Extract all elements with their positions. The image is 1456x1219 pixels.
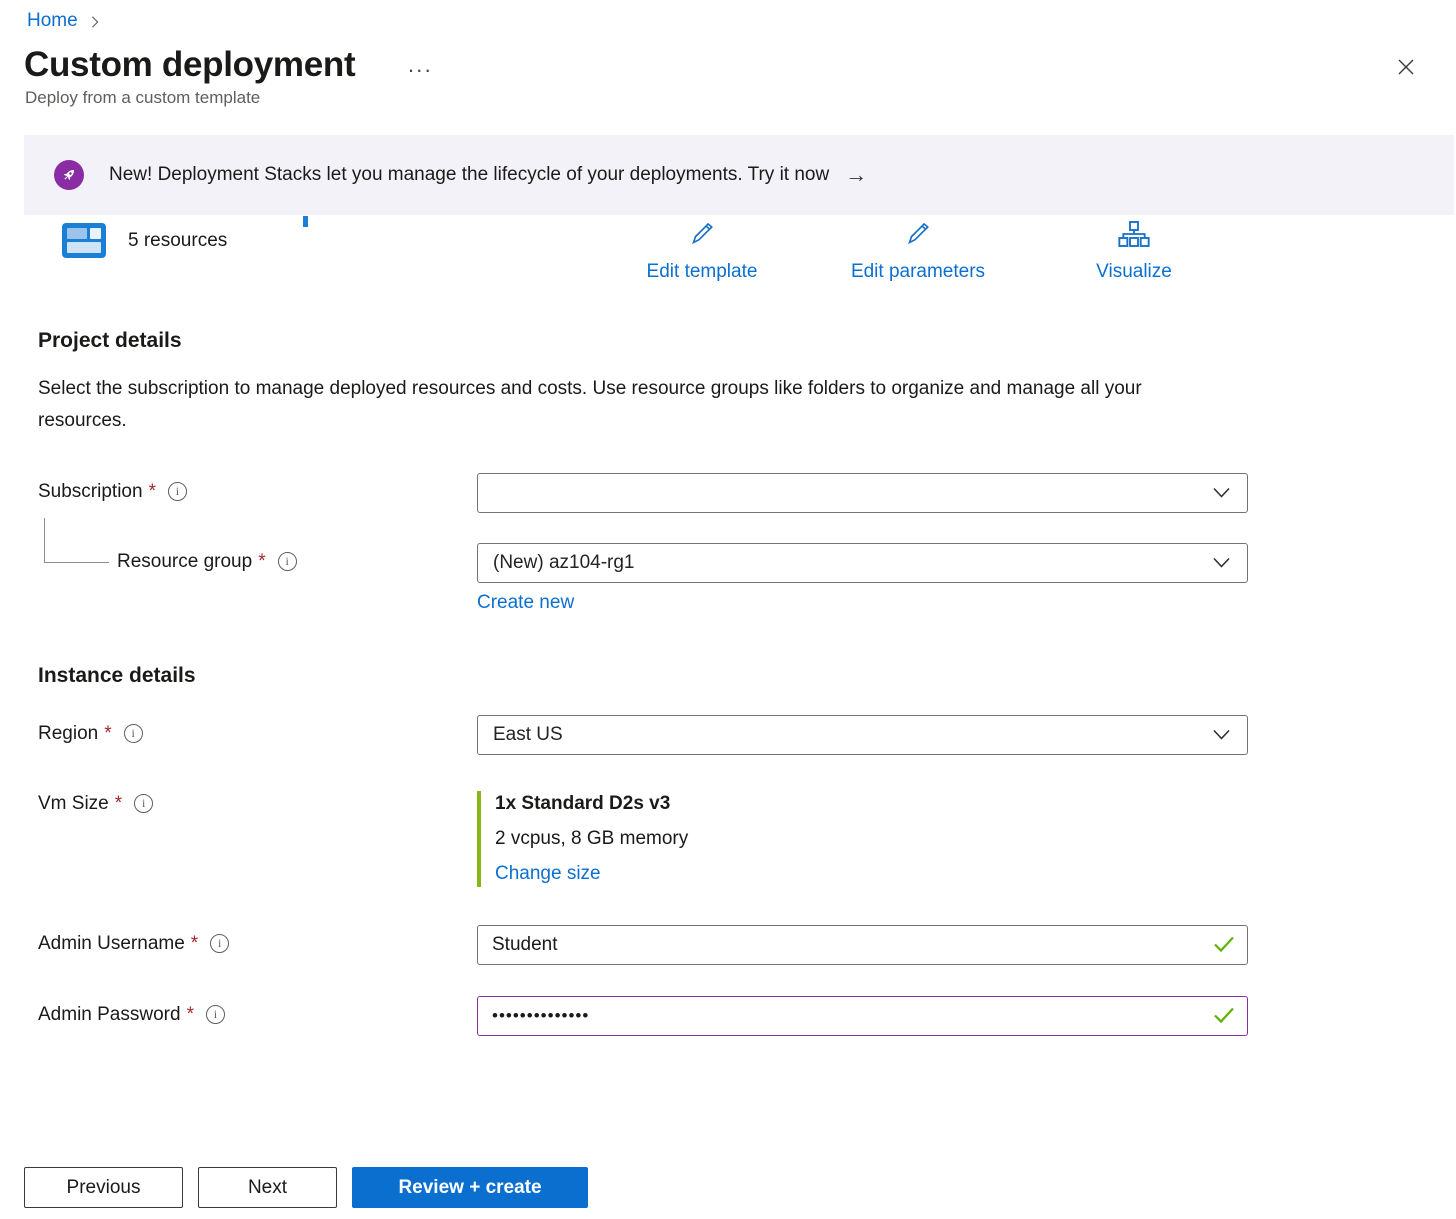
previous-button[interactable]: Previous bbox=[24, 1167, 183, 1208]
resource-count: 5 resources bbox=[128, 230, 227, 252]
review-create-button[interactable]: Review + create bbox=[352, 1167, 588, 1208]
subscription-label: Subscription * i bbox=[38, 473, 477, 503]
resource-group-value: (New) az104-rg1 bbox=[493, 552, 635, 574]
admin-password-input[interactable] bbox=[477, 996, 1248, 1036]
rocket-icon bbox=[54, 160, 84, 190]
subscription-dropdown[interactable] bbox=[477, 473, 1248, 513]
label-text: Region bbox=[38, 723, 98, 745]
region-dropdown[interactable]: East US bbox=[477, 715, 1248, 755]
info-icon[interactable]: i bbox=[124, 724, 143, 743]
info-icon[interactable]: i bbox=[278, 552, 297, 571]
page-header: Custom deployment ··· bbox=[24, 45, 1432, 85]
subscription-row: Subscription * i bbox=[38, 473, 1456, 513]
info-icon[interactable]: i bbox=[210, 934, 229, 953]
create-new-link[interactable]: Create new bbox=[477, 592, 574, 614]
required-asterisk: * bbox=[149, 481, 156, 503]
page-subtitle: Deploy from a custom template bbox=[25, 88, 1456, 108]
label-text: Vm Size bbox=[38, 793, 109, 815]
info-icon[interactable]: i bbox=[206, 1005, 225, 1024]
org-chart-icon bbox=[1118, 219, 1150, 255]
valid-check-icon bbox=[1212, 934, 1236, 959]
admin-username-row: Admin Username * i bbox=[38, 925, 1456, 965]
close-icon[interactable] bbox=[1390, 51, 1422, 83]
action-label: Visualize bbox=[1096, 261, 1172, 283]
region-value: East US bbox=[493, 724, 563, 746]
edit-template-button[interactable]: Edit template bbox=[622, 219, 782, 283]
pencil-icon bbox=[687, 219, 717, 255]
admin-username-input[interactable] bbox=[477, 925, 1248, 965]
resource-group-row: Resource group * i (New) az104-rg1 Creat… bbox=[38, 543, 1456, 614]
label-text: Resource group bbox=[117, 551, 252, 573]
action-label: Edit template bbox=[647, 261, 758, 283]
chevron-down-icon bbox=[1212, 553, 1231, 575]
admin-password-row: Admin Password * i bbox=[38, 996, 1456, 1036]
label-text: Subscription bbox=[38, 481, 143, 503]
deployment-form: Subscription * i Resource group * i (New… bbox=[38, 473, 1456, 1036]
region-row: Region * i East US bbox=[38, 715, 1456, 755]
required-asterisk: * bbox=[187, 1004, 194, 1026]
template-resource-summary[interactable]: 5 resources bbox=[62, 223, 227, 258]
info-icon[interactable]: i bbox=[168, 482, 187, 501]
template-bar: 5 resources Edit template Edit parameter… bbox=[0, 215, 1456, 289]
label-text: Admin Username bbox=[38, 933, 185, 955]
hierarchy-connector-line bbox=[44, 518, 109, 563]
pencil-icon bbox=[903, 219, 933, 255]
visualize-button[interactable]: Visualize bbox=[1054, 219, 1214, 283]
vm-size-row: Vm Size * i 1x Standard D2s v3 2 vcpus, … bbox=[38, 791, 1456, 887]
info-icon[interactable]: i bbox=[134, 794, 153, 813]
chevron-right-icon bbox=[88, 15, 102, 29]
vm-size-summary: 1x Standard D2s v3 2 vcpus, 8 GB memory … bbox=[477, 791, 1248, 887]
next-button[interactable]: Next bbox=[198, 1167, 337, 1208]
clipped-element-artifact bbox=[303, 216, 308, 227]
page-title: Custom deployment bbox=[24, 45, 355, 85]
arrow-right-icon[interactable]: → bbox=[845, 162, 867, 188]
resource-group-dropdown[interactable]: (New) az104-rg1 bbox=[477, 543, 1248, 583]
template-icon bbox=[62, 223, 106, 258]
label-text: Admin Password bbox=[38, 1004, 181, 1026]
required-asterisk: * bbox=[191, 933, 198, 955]
edit-parameters-button[interactable]: Edit parameters bbox=[838, 219, 998, 283]
project-details-heading: Project details bbox=[38, 329, 1456, 353]
required-asterisk: * bbox=[115, 793, 122, 815]
chevron-down-icon bbox=[1212, 483, 1231, 505]
chevron-down-icon bbox=[1212, 725, 1231, 747]
required-asterisk: * bbox=[258, 551, 265, 573]
breadcrumb-home-link[interactable]: Home bbox=[27, 10, 78, 32]
template-actions: Edit template Edit parameters Visualize bbox=[622, 219, 1214, 283]
more-options-icon[interactable]: ··· bbox=[407, 57, 432, 83]
vm-size-specs: 2 vcpus, 8 GB memory bbox=[495, 828, 1248, 850]
required-asterisk: * bbox=[104, 723, 111, 745]
project-details-description: Select the subscription to manage deploy… bbox=[38, 373, 1188, 437]
vm-size-title: 1x Standard D2s v3 bbox=[495, 793, 1248, 815]
deployment-stacks-banner[interactable]: New! Deployment Stacks let you manage th… bbox=[24, 135, 1454, 215]
admin-username-label: Admin Username * i bbox=[38, 925, 477, 955]
breadcrumb: Home bbox=[0, 0, 1456, 32]
valid-check-icon bbox=[1212, 1005, 1236, 1030]
region-label: Region * i bbox=[38, 715, 477, 745]
action-label: Edit parameters bbox=[851, 261, 985, 283]
change-size-link[interactable]: Change size bbox=[495, 863, 601, 885]
instance-details-heading: Instance details bbox=[38, 664, 1456, 688]
footer-buttons: Previous Next Review + create bbox=[24, 1167, 588, 1208]
vm-size-label: Vm Size * i bbox=[38, 791, 477, 815]
banner-text: New! Deployment Stacks let you manage th… bbox=[109, 164, 829, 186]
admin-password-label: Admin Password * i bbox=[38, 996, 477, 1026]
